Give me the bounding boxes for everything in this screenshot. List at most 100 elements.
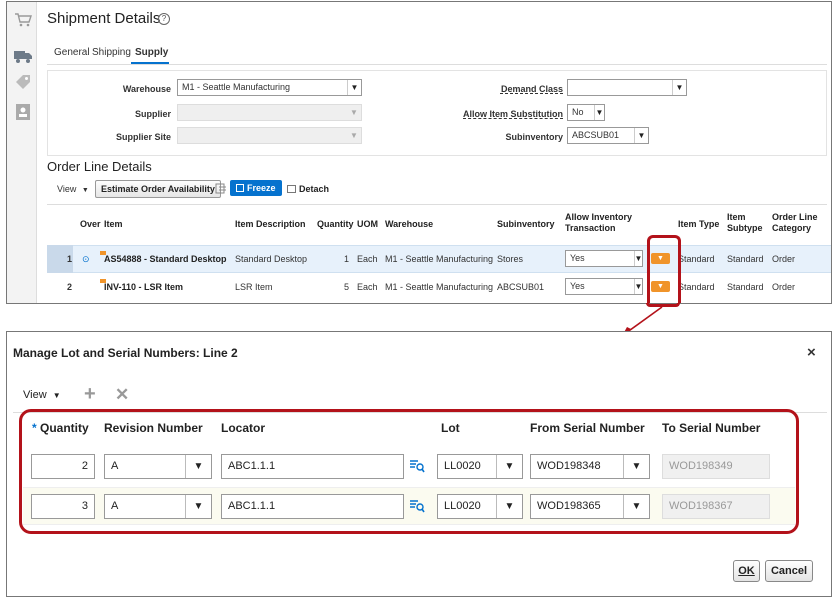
col-over: Over bbox=[80, 219, 101, 229]
locator-input[interactable]: ABC1.1.1 bbox=[221, 494, 404, 519]
item-subtype: Standard bbox=[727, 254, 764, 264]
allow-transaction-value: Yes bbox=[570, 253, 585, 263]
revision-select[interactable]: A ▼ bbox=[104, 454, 212, 479]
document-person-icon[interactable] bbox=[13, 102, 33, 122]
col-quantity: Quantity bbox=[317, 219, 354, 229]
row-number: 1 bbox=[67, 254, 73, 264]
order-line-category: Order bbox=[772, 282, 796, 292]
required-mark: * bbox=[32, 421, 37, 435]
allow-substitution-select[interactable]: No ▼ bbox=[567, 104, 605, 121]
subinventory-select[interactable]: ABCSUB01 ▼ bbox=[567, 127, 649, 144]
from-serial-select[interactable]: WOD198365 ▼ bbox=[530, 494, 650, 519]
locator-input[interactable]: ABC1.1.1 bbox=[221, 454, 404, 479]
chevron-down-icon[interactable]: ▼ bbox=[623, 495, 649, 518]
demand-class-label: Demand Class bbox=[500, 84, 563, 94]
ok-button[interactable]: OK bbox=[733, 560, 760, 582]
demand-class-select[interactable]: ▼ bbox=[567, 79, 687, 96]
chevron-down-icon[interactable]: ▼ bbox=[185, 495, 211, 518]
quantity: 5 bbox=[344, 282, 350, 292]
chevron-down-icon[interactable]: ▼ bbox=[347, 105, 361, 120]
order-line-category: Order bbox=[772, 254, 796, 264]
allow-transaction-select[interactable]: Yes ▼ bbox=[565, 250, 643, 267]
col-quantity: * Quantity bbox=[32, 421, 89, 435]
chevron-down-icon[interactable]: ▼ bbox=[347, 128, 361, 143]
chevron-down-icon[interactable]: ▼ bbox=[634, 251, 642, 266]
supplier-select[interactable]: ▼ bbox=[177, 104, 362, 121]
quantity: 1 bbox=[344, 254, 350, 264]
view-label: View bbox=[57, 184, 77, 194]
from-serial-select[interactable]: WOD198348 ▼ bbox=[530, 454, 650, 479]
supplier-site-select[interactable]: ▼ bbox=[177, 127, 362, 144]
shipment-details-panel: Shipment Details ? General Shipping Supp… bbox=[6, 1, 832, 304]
reservation-icon[interactable]: ⊙ bbox=[82, 254, 90, 265]
col-revision: Revision Number bbox=[104, 421, 203, 435]
chevron-down-icon[interactable]: ▼ bbox=[496, 455, 522, 478]
quantity-input[interactable]: 3 bbox=[31, 494, 95, 519]
uom: Each bbox=[357, 254, 378, 264]
chevron-down-icon[interactable]: ▼ bbox=[634, 128, 648, 143]
toolbar-divider bbox=[47, 204, 827, 205]
tab-shipping[interactable]: Shipping bbox=[92, 47, 131, 58]
freeze-button[interactable]: Freeze bbox=[230, 180, 282, 196]
view-label: View bbox=[23, 389, 47, 401]
tag-icon[interactable] bbox=[13, 72, 33, 92]
detach-button[interactable]: Detach bbox=[287, 184, 329, 194]
chevron-down-icon[interactable]: ▼ bbox=[634, 279, 642, 294]
warehouse-select[interactable]: M1 - Seattle Manufacturing ▼ bbox=[177, 79, 362, 96]
locator-search-icon[interactable] bbox=[409, 458, 425, 474]
order-line-details-title: Order Line Details bbox=[47, 159, 152, 174]
estimate-availability-button[interactable]: Estimate Order Availability bbox=[95, 180, 221, 198]
manage-lot-serial-dialog: Manage Lot and Serial Numbers: Line 2 × … bbox=[6, 331, 832, 597]
allow-substitution-value: No bbox=[572, 107, 584, 117]
warehouse: M1 - Seattle Manufacturing bbox=[385, 282, 494, 292]
subinventory: ABCSUB01 bbox=[497, 282, 545, 292]
dialog-title: Manage Lot and Serial Numbers: Line 2 bbox=[13, 346, 238, 360]
view-menu[interactable]: View ▼ bbox=[57, 184, 89, 194]
revision-select[interactable]: A ▼ bbox=[104, 494, 212, 519]
dialog-view-menu[interactable]: View ▼ bbox=[23, 389, 61, 401]
item-link[interactable]: INV-110 - LSR Item bbox=[104, 282, 183, 292]
lot-value: LL0020 bbox=[444, 500, 481, 512]
allow-transaction-value: Yes bbox=[570, 281, 585, 291]
col-item-type: Item Type bbox=[678, 219, 720, 229]
item-link[interactable]: AS54888 - Standard Desktop bbox=[104, 254, 227, 264]
subinventory-label: Subinventory bbox=[505, 132, 563, 142]
close-icon[interactable]: × bbox=[807, 344, 816, 361]
to-serial-field: WOD198367 bbox=[662, 494, 770, 519]
chevron-down-icon[interactable]: ▼ bbox=[185, 455, 211, 478]
delete-icon[interactable]: ✕ bbox=[115, 385, 129, 405]
truck-icon[interactable] bbox=[13, 46, 33, 66]
tab-supply[interactable]: Supply bbox=[135, 47, 168, 58]
col-allow-transaction: Allow Inventory Transaction bbox=[565, 212, 633, 233]
lot-select[interactable]: LL0020 ▼ bbox=[437, 454, 523, 479]
cart-icon[interactable] bbox=[13, 10, 33, 30]
wrap-columns-icon[interactable] bbox=[215, 183, 227, 194]
add-icon[interactable]: + bbox=[84, 383, 96, 406]
item-description: Standard Desktop bbox=[235, 254, 308, 264]
warehouse-value: M1 - Seattle Manufacturing bbox=[182, 82, 291, 92]
quantity-input[interactable]: 2 bbox=[31, 454, 95, 479]
col-uom: UOM bbox=[357, 219, 378, 229]
freeze-icon bbox=[236, 184, 244, 192]
allow-transaction-select[interactable]: Yes ▼ bbox=[565, 278, 643, 295]
uom: Each bbox=[357, 282, 378, 292]
row-number: 2 bbox=[67, 282, 73, 292]
detach-label: Detach bbox=[299, 184, 330, 194]
chevron-down-icon[interactable]: ▼ bbox=[594, 105, 604, 120]
tab-general[interactable]: General bbox=[54, 47, 90, 58]
chevron-down-icon[interactable]: ▼ bbox=[347, 80, 361, 95]
locator-search-icon[interactable] bbox=[409, 498, 425, 514]
tab-divider bbox=[47, 64, 827, 65]
page-title: Shipment Details bbox=[47, 10, 161, 27]
caret-down-icon: ▼ bbox=[81, 187, 89, 194]
cancel-button[interactable]: Cancel bbox=[765, 560, 813, 582]
lot-value: LL0020 bbox=[444, 460, 481, 472]
subinventory-value: ABCSUB01 bbox=[572, 130, 620, 140]
chevron-down-icon[interactable]: ▼ bbox=[623, 455, 649, 478]
chevron-down-icon[interactable]: ▼ bbox=[496, 495, 522, 518]
lot-select[interactable]: LL0020 ▼ bbox=[437, 494, 523, 519]
item-subtype: Standard bbox=[727, 282, 764, 292]
chevron-down-icon[interactable]: ▼ bbox=[672, 80, 686, 95]
help-circle-icon[interactable]: ? bbox=[158, 13, 170, 25]
from-serial-value: WOD198365 bbox=[537, 500, 601, 512]
